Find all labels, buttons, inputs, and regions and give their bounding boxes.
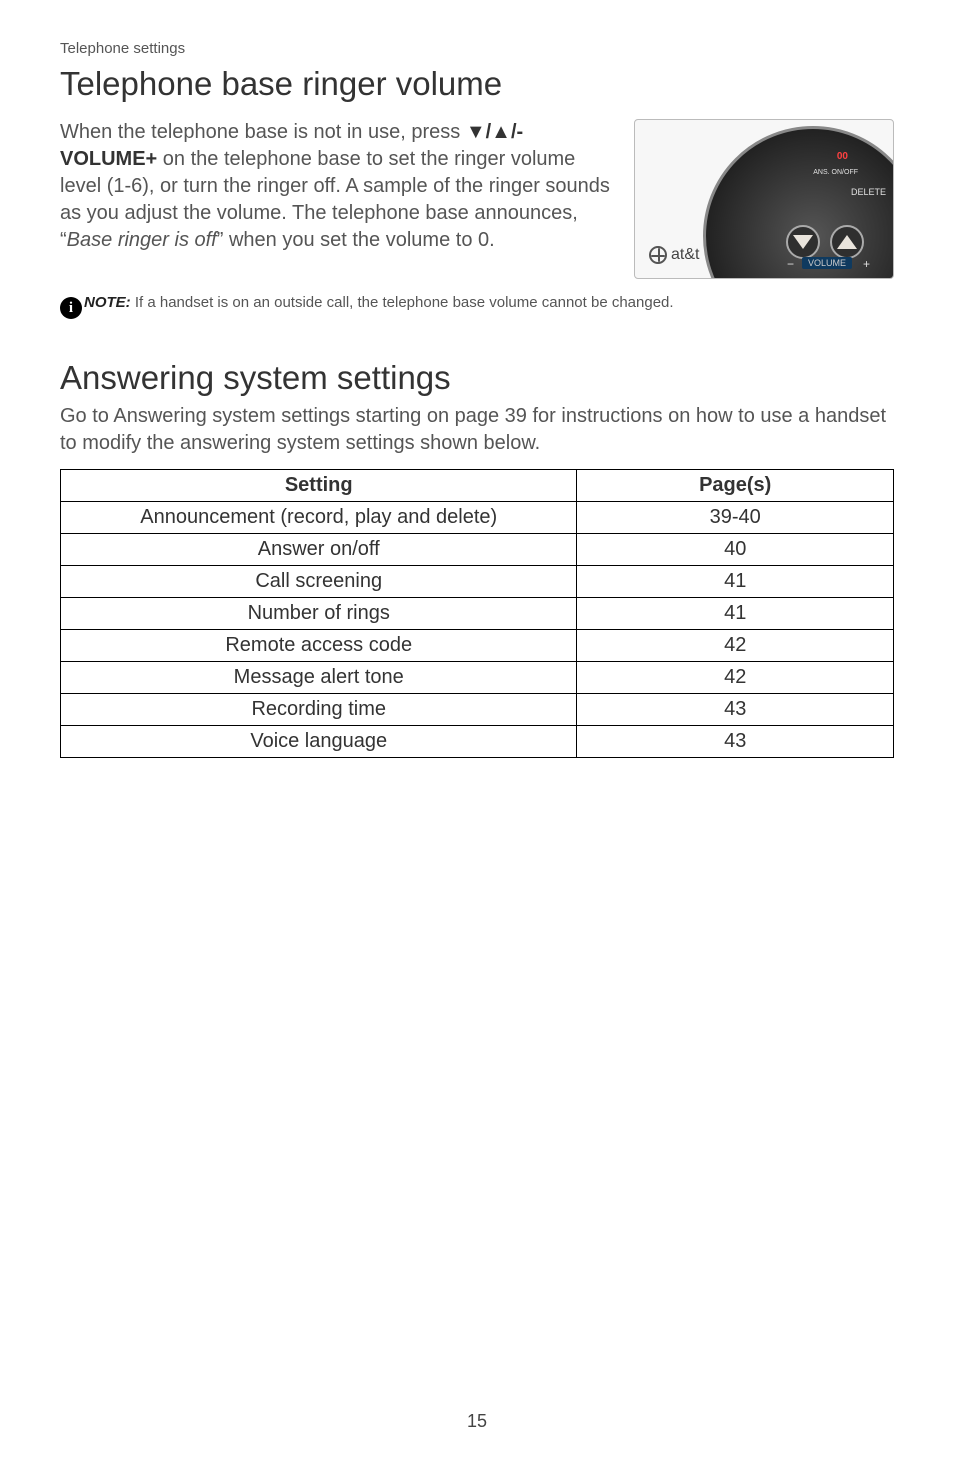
para-part3: ” when you set the volume to 0. <box>217 229 495 251</box>
note-line: iNOTE: If a handset is on an outside cal… <box>60 293 894 319</box>
setting-cell: Recording time <box>61 694 577 726</box>
setting-cell: Number of rings <box>61 598 577 630</box>
volume-strip-label: VOLUME <box>802 257 852 269</box>
table-body: Announcement (record, play and delete)39… <box>61 502 894 758</box>
setting-cell: Call screening <box>61 566 577 598</box>
table-row: Call screening41 <box>61 566 894 598</box>
pages-cell: 39-40 <box>577 502 894 534</box>
pages-cell: 43 <box>577 726 894 758</box>
category-label: Telephone settings <box>60 40 894 57</box>
header-pages: Page(s) <box>577 470 894 502</box>
setting-cell: Voice language <box>61 726 577 758</box>
info-icon: i <box>60 297 82 319</box>
pages-cell: 42 <box>577 630 894 662</box>
arrow-down-icon: ▼ <box>466 121 486 143</box>
pages-cell: 41 <box>577 566 894 598</box>
table-row: Answer on/off40 <box>61 534 894 566</box>
table-header-row: Setting Page(s) <box>61 470 894 502</box>
section1-paragraph: When the telephone base is not in use, p… <box>60 119 614 279</box>
table-row: Voice language43 <box>61 726 894 758</box>
triangle-up-icon <box>837 235 857 249</box>
brand-wrap: at&t <box>649 246 699 264</box>
table-row: Number of rings41 <box>61 598 894 630</box>
setting-cell: Message alert tone <box>61 662 577 694</box>
control-pad: 00 ANS. ON/OFF DELETE − VOLUME + <box>703 126 894 279</box>
plus-label: + <box>863 257 870 271</box>
setting-cell: Remote access code <box>61 630 577 662</box>
arrow-up-icon: ▲ <box>491 121 511 143</box>
para-part1: When the telephone base is not in use, p… <box>60 121 466 143</box>
vol-down-btn-icon <box>786 225 820 259</box>
page: Telephone settings Telephone base ringer… <box>0 0 954 1472</box>
vol-up-btn-icon <box>830 225 864 259</box>
note-prefix: NOTE: <box>84 294 131 311</box>
triangle-down-icon <box>793 235 813 249</box>
pages-cell: 43 <box>577 694 894 726</box>
table-row: Message alert tone42 <box>61 662 894 694</box>
setting-cell: Answer on/off <box>61 534 577 566</box>
settings-table: Setting Page(s) Announcement (record, pl… <box>60 469 894 758</box>
minus-label: − <box>787 257 794 271</box>
note-text: If a handset is on an outside call, the … <box>131 294 674 311</box>
section2-heading: Answering system settings <box>60 359 894 397</box>
setting-cell: Announcement (record, play and delete) <box>61 502 577 534</box>
globe-icon <box>649 246 667 264</box>
section2-intro: Go to Answering system settings starting… <box>60 403 894 457</box>
section1-heading: Telephone base ringer volume <box>60 65 894 103</box>
table-row: Recording time43 <box>61 694 894 726</box>
brand-text: at&t <box>671 246 699 264</box>
italic-phrase: Base ringer is off <box>67 229 217 251</box>
table-row: Remote access code42 <box>61 630 894 662</box>
header-setting: Setting <box>61 470 577 502</box>
section1-row: When the telephone base is not in use, p… <box>60 119 894 279</box>
pages-cell: 42 <box>577 662 894 694</box>
pages-cell: 41 <box>577 598 894 630</box>
table-row: Announcement (record, play and delete)39… <box>61 502 894 534</box>
pages-cell: 40 <box>577 534 894 566</box>
page-number: 15 <box>0 1411 954 1432</box>
device-figure: at&t 00 ANS. ON/OFF DELETE − VOLUME + <box>634 119 894 279</box>
